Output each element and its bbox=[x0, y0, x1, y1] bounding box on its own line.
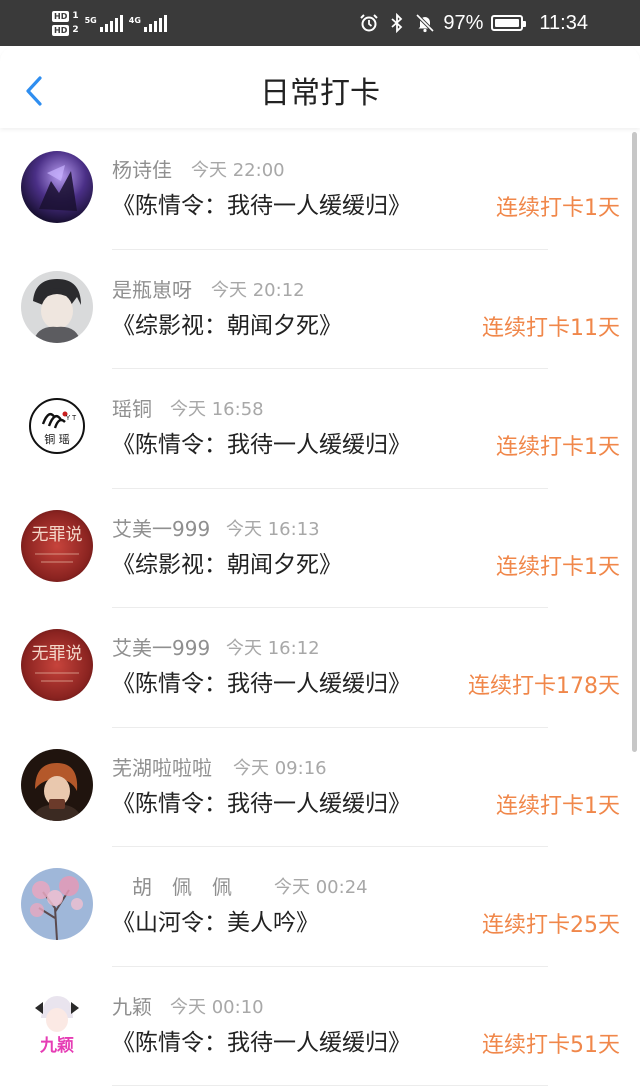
checkin-time: 今天 16:12 bbox=[226, 638, 320, 659]
checkin-time: 今天 00:10 bbox=[170, 996, 264, 1018]
network-type-label: 4G bbox=[128, 16, 141, 25]
book-title[interactable]: 《陈情令：我待一人缓缓归》 bbox=[112, 789, 411, 819]
streak-label: 连续打卡178天 bbox=[468, 674, 620, 699]
battery-icon bbox=[491, 15, 527, 31]
avatar[interactable] bbox=[21, 868, 93, 940]
checkin-time: 今天 00:24 bbox=[274, 877, 368, 898]
status-bar: HD 1 HD 2 5G 4G 97% 11:34 bbox=[0, 0, 640, 46]
checkin-time: 今天 20:12 bbox=[211, 279, 305, 301]
avatar[interactable]: Y T 铜 瑶 bbox=[21, 390, 93, 462]
streak-label: 连续打卡1天 bbox=[496, 196, 620, 221]
svg-text:九颖: 九颖 bbox=[39, 1035, 74, 1056]
sim1-signal: 5G bbox=[85, 14, 123, 32]
hd-badge: HD bbox=[52, 24, 70, 36]
clock: 11:34 bbox=[539, 11, 588, 34]
user-name: 杨诗佳 bbox=[112, 158, 172, 182]
avatar[interactable]: 无罪说 bbox=[21, 629, 93, 701]
streak-label: 连续打卡1天 bbox=[496, 793, 620, 819]
user-name: 胡 佩 佩 bbox=[132, 875, 232, 899]
sim2-indicator: HD 2 bbox=[52, 24, 79, 36]
sim-number: 2 bbox=[72, 24, 79, 35]
header-bar: 日常打卡 bbox=[0, 46, 640, 128]
book-title[interactable]: 《陈情令：我待一人缓缓归》 bbox=[112, 191, 411, 221]
alarm-icon bbox=[360, 14, 379, 32]
signal-bars-icon bbox=[143, 14, 167, 32]
checkin-item[interactable]: Y T 铜 瑶 瑶铜 今天 16:58 《陈情令：我待一人缓缓归》 连续打卡1天 bbox=[0, 369, 640, 489]
checkin-item[interactable]: 无罪说 艾美一999 今天 16:13 《综影视：朝闻夕死》 连续打卡1天 bbox=[0, 489, 640, 608]
checkin-item[interactable]: 是瓶崽呀 今天 20:12 《综影视：朝闻夕死》 连续打卡11天 bbox=[0, 250, 640, 369]
checkin-time: 今天 16:58 bbox=[170, 399, 264, 420]
book-title[interactable]: 《陈情令：我待一人缓缓归》 bbox=[112, 669, 411, 699]
hd-badge: HD bbox=[52, 10, 70, 22]
checkin-item[interactable]: 杨诗佳 今天 22:00 《陈情令：我待一人缓缓归》 连续打卡1天 bbox=[0, 130, 640, 250]
checkin-time: 今天 22:00 bbox=[191, 160, 285, 181]
user-name: 艾美一999 bbox=[112, 636, 211, 660]
checkin-time: 今天 09:16 bbox=[233, 757, 327, 779]
signal-bars-icon bbox=[99, 14, 123, 32]
avatar[interactable] bbox=[21, 270, 93, 343]
avatar[interactable]: 无罪说 bbox=[21, 509, 93, 582]
checkin-item[interactable]: 胡 佩 佩 今天 00:24 《山河令：美人吟》 连续打卡25天 bbox=[0, 847, 640, 967]
user-name: 瑶铜 bbox=[112, 397, 152, 421]
user-name: 芜湖啦啦啦 bbox=[112, 755, 212, 780]
svg-text:无罪说: 无罪说 bbox=[32, 644, 83, 664]
sim-badges: HD 1 HD 2 bbox=[52, 10, 79, 36]
checkin-time: 今天 16:13 bbox=[226, 518, 320, 540]
system-indicators: 97% 11:34 bbox=[359, 6, 588, 40]
book-title[interactable]: 《山河令：美人吟》 bbox=[112, 908, 319, 938]
book-title[interactable]: 《综影视：朝闻夕死》 bbox=[112, 311, 342, 341]
streak-label: 连续打卡11天 bbox=[482, 315, 620, 341]
book-title[interactable]: 《陈情令：我待一人缓缓归》 bbox=[112, 430, 411, 460]
network-type-label: 5G bbox=[84, 16, 97, 25]
streak-label: 连续打卡25天 bbox=[482, 913, 620, 938]
divider bbox=[112, 1085, 548, 1086]
checkin-item[interactable]: 九颖 九颖 今天 00:10 《陈情令：我待一人缓缓归》 连续打卡51天 bbox=[0, 967, 640, 1086]
user-name: 艾美一999 bbox=[112, 516, 211, 541]
avatar[interactable] bbox=[21, 151, 93, 223]
sim2-signal: 4G bbox=[129, 14, 167, 32]
streak-label: 连续打卡1天 bbox=[496, 435, 620, 460]
page-title: 日常打卡 bbox=[260, 76, 380, 111]
svg-text:Y T: Y T bbox=[66, 415, 77, 422]
battery-percent: 97% bbox=[443, 11, 484, 34]
book-title[interactable]: 《综影视：朝闻夕死》 bbox=[112, 550, 342, 580]
mute-bell-icon bbox=[416, 13, 435, 33]
streak-label: 连续打卡51天 bbox=[482, 1032, 620, 1058]
network-indicators: HD 1 HD 2 5G 4G bbox=[52, 6, 167, 40]
avatar[interactable]: 九颖 bbox=[21, 987, 93, 1060]
scrollbar[interactable] bbox=[632, 132, 637, 752]
book-title[interactable]: 《陈情令：我待一人缓缓归》 bbox=[112, 1028, 411, 1058]
user-name: 是瓶崽呀 bbox=[112, 277, 192, 302]
sim-number: 1 bbox=[72, 10, 79, 21]
user-name: 九颖 bbox=[112, 994, 152, 1019]
checkin-item[interactable]: 芜湖啦啦啦 今天 09:16 《陈情令：我待一人缓缓归》 连续打卡1天 bbox=[0, 728, 640, 847]
svg-text:铜 瑶: 铜 瑶 bbox=[44, 432, 70, 446]
checkin-list: 杨诗佳 今天 22:00 《陈情令：我待一人缓缓归》 连续打卡1天 是瓶崽呀 今… bbox=[0, 130, 640, 1086]
svg-text:无罪说: 无罪说 bbox=[32, 525, 83, 545]
sim1-indicator: HD 1 bbox=[52, 10, 79, 22]
streak-label: 连续打卡1天 bbox=[496, 554, 620, 580]
checkin-item[interactable]: 无罪说 艾美一999 今天 16:12 《陈情令：我待一人缓缓归》 连续打卡17… bbox=[0, 608, 640, 728]
bluetooth-icon bbox=[391, 13, 403, 33]
avatar[interactable] bbox=[21, 748, 93, 821]
